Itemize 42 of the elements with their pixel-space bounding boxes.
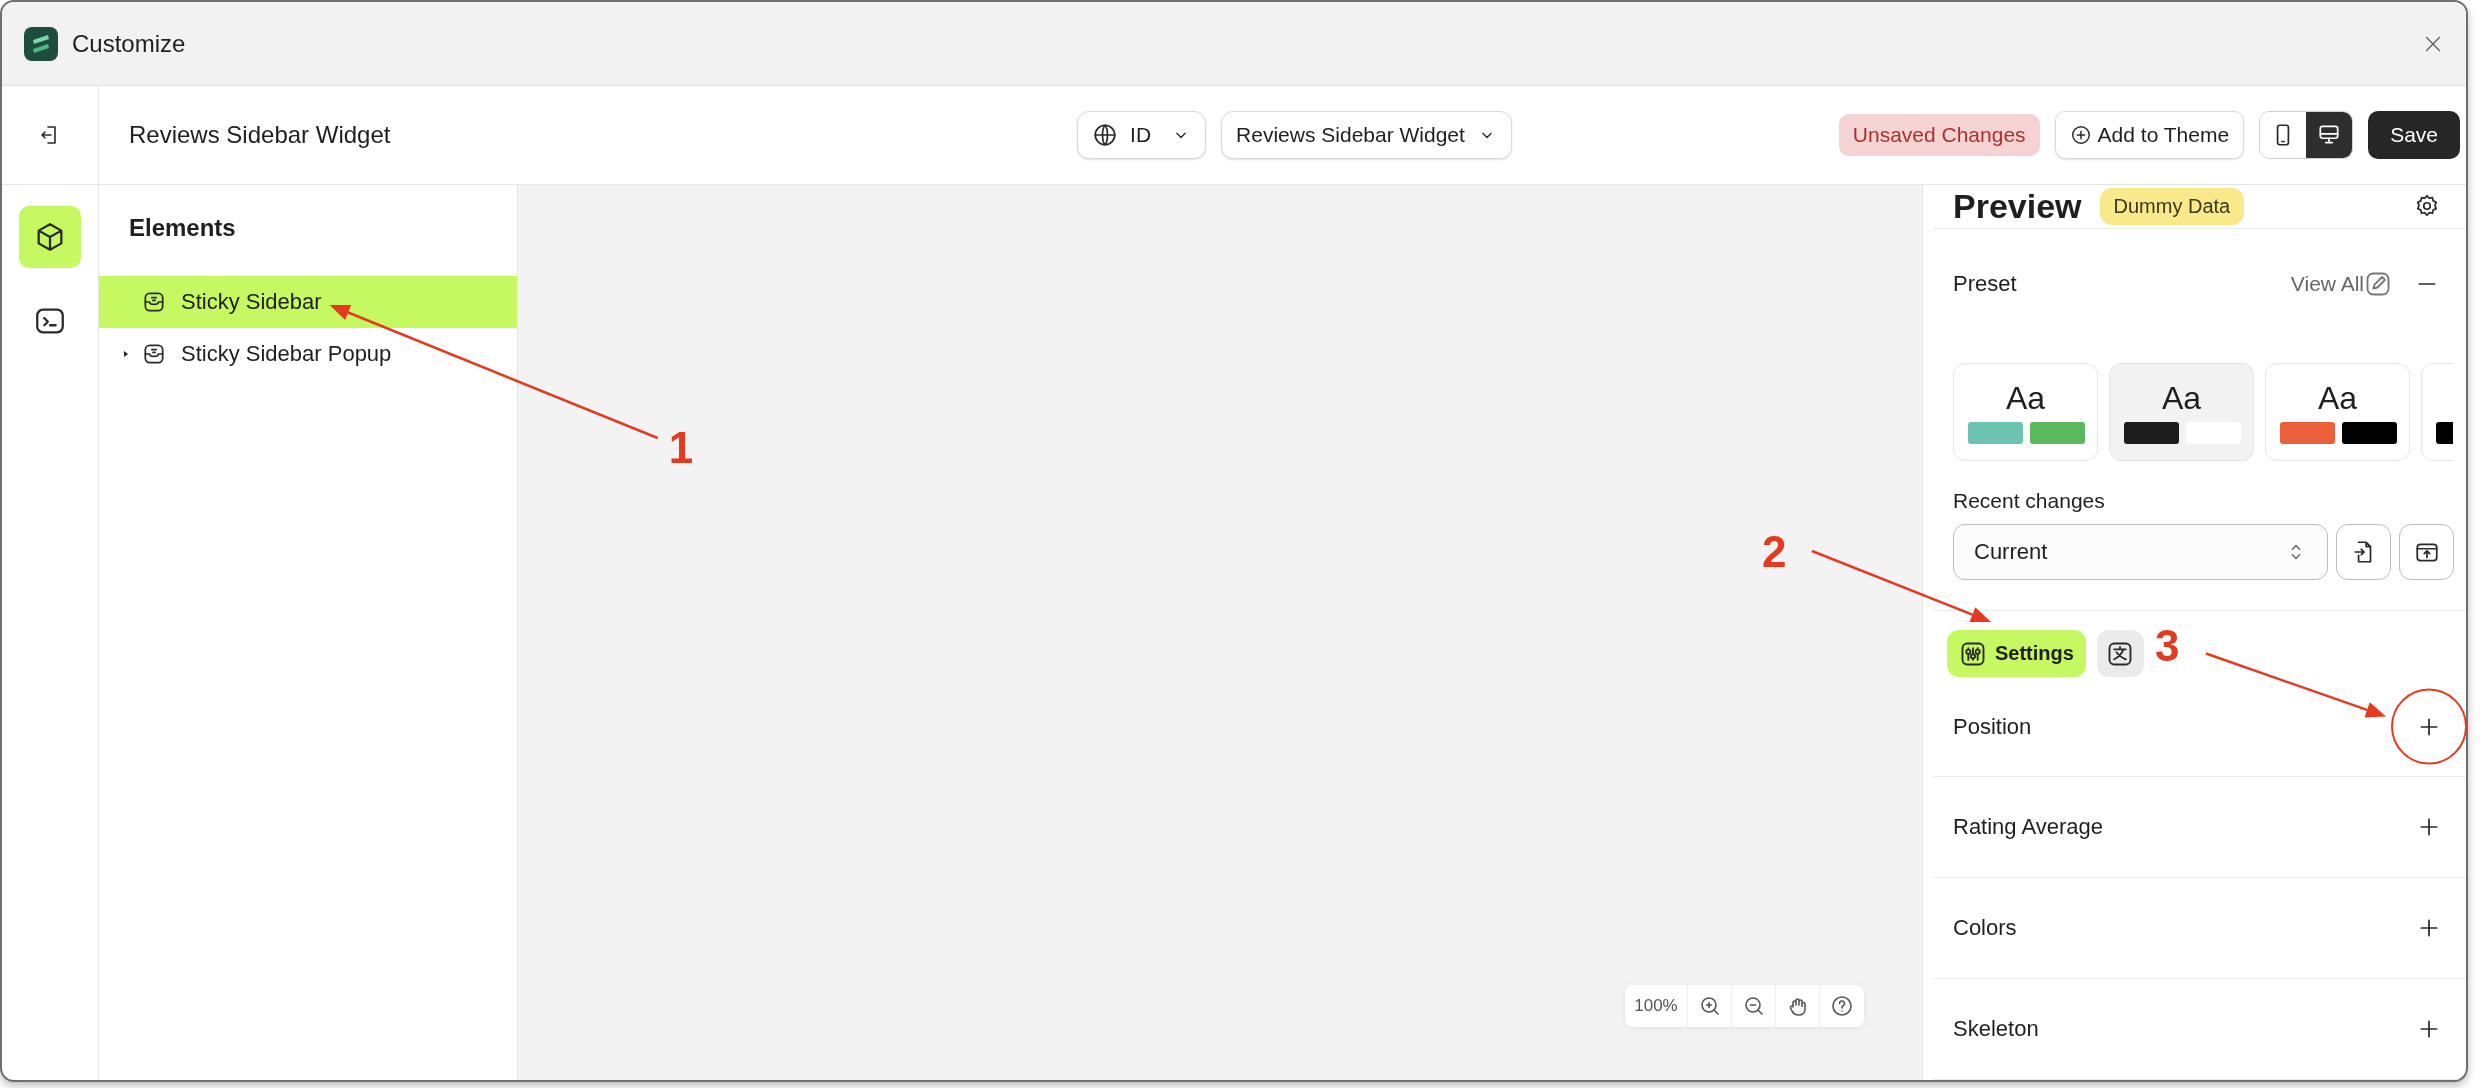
preset-card[interactable]: Aa	[1953, 362, 2098, 461]
panel-title: Elements	[128, 213, 237, 243]
save-button[interactable]: Save	[2368, 111, 2460, 159]
section-title: Preset	[1953, 270, 2018, 297]
preset-card[interactable]: Aa	[2109, 362, 2254, 461]
dummy-data-badge: Dummy Data	[2099, 187, 2245, 225]
language-dropdown[interactable]: ID	[1077, 111, 1207, 159]
section-title: Position	[1953, 713, 2032, 740]
globe-icon	[1092, 122, 1119, 148]
element-item[interactable]: Sticky Sidebar	[99, 276, 517, 328]
annotation-number: 2	[1762, 530, 1787, 574]
settings-tab[interactable]: Settings	[1947, 630, 2086, 677]
annotation-number: 1	[668, 426, 694, 470]
view-all-link[interactable]: View All	[2290, 269, 2392, 298]
widget-icon	[141, 341, 167, 367]
sample-text: Aa	[2161, 378, 2202, 418]
help-icon[interactable]	[1830, 994, 1854, 1018]
translate-tab[interactable]	[2096, 630, 2144, 677]
widget-icon	[141, 289, 167, 315]
section-title: Skeleton	[1953, 1016, 2039, 1042]
sample-text: Aa	[2317, 378, 2358, 418]
sample-text: Aa	[2005, 378, 2046, 418]
section-title: Rating Average	[1953, 814, 2104, 840]
section-title: Colors	[1953, 915, 2017, 941]
element-item[interactable]: Sticky Sidebar Popup	[99, 328, 517, 380]
elements-rail-button[interactable]	[19, 206, 81, 268]
add-to-theme-button[interactable]: Add to Theme	[2054, 111, 2245, 159]
page-title: Reviews Sidebar Widget	[129, 121, 392, 149]
status-badge: Unsaved Changes	[1838, 114, 2040, 156]
zoom-level: 100%	[1625, 985, 1688, 1027]
field-label: Recent changes	[1953, 488, 2106, 513]
recent-changes-select[interactable]: Current	[1953, 523, 2328, 580]
template-dropdown[interactable]: Reviews Sidebar Widget	[1221, 111, 1512, 159]
window-title: Customize	[72, 29, 187, 58]
import-button[interactable]	[2336, 523, 2391, 580]
app-logo	[24, 26, 58, 61]
desktop-view-button[interactable]	[2306, 112, 2353, 158]
panel-title: Preview	[1953, 186, 2082, 226]
plus-circle-icon	[2069, 124, 2092, 146]
export-button[interactable]	[2399, 523, 2454, 580]
preset-card[interactable]: Aa	[2265, 362, 2410, 461]
annotation-number: 3	[2155, 623, 2180, 668]
